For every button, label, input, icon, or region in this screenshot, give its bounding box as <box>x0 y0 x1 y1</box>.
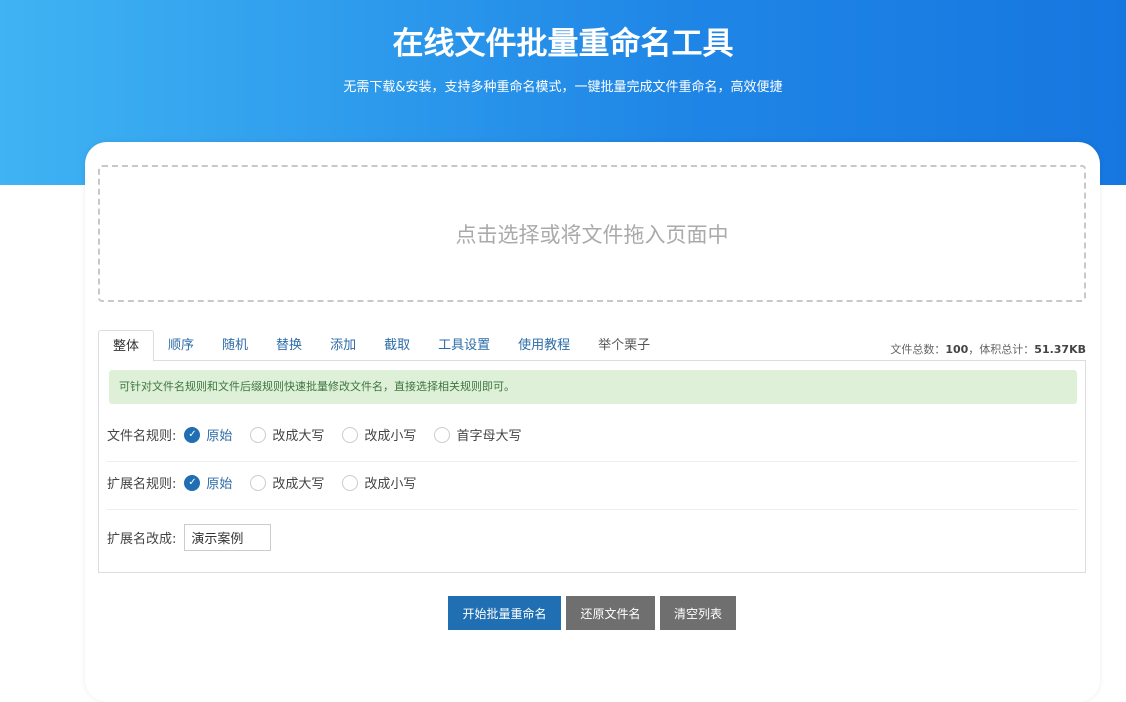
option-label: 改成大写 <box>272 477 325 492</box>
tab-replace[interactable]: 替换 <box>262 330 316 360</box>
dropzone-text: 点击选择或将文件拖入页面中 <box>455 222 729 247</box>
radio-icon <box>250 474 267 491</box>
filename-capitalize-radio[interactable]: 首字母大写 <box>434 425 521 444</box>
check-icon: ✓ <box>184 474 201 491</box>
filename-lower-radio[interactable]: 改成小写 <box>342 425 416 444</box>
filename-original-radio[interactable]: ✓ 原始 <box>184 425 232 444</box>
tab-sequence[interactable]: 顺序 <box>154 330 208 360</box>
ext-original-radio[interactable]: ✓ 原始 <box>184 473 232 492</box>
size-label: 体积总计： <box>979 343 1035 356</box>
ext-rule-row: 扩展名规则: ✓ 原始 改成大写 改成小写 <box>107 470 1077 510</box>
ext-rule-label: 扩展名规则: <box>107 477 177 492</box>
ext-change-row: 扩展名改成: <box>107 522 1077 552</box>
file-dropzone[interactable]: 点击选择或将文件拖入页面中 <box>98 165 1086 302</box>
option-label: 首字母大写 <box>456 429 522 444</box>
tab-settings[interactable]: 工具设置 <box>424 330 504 360</box>
filename-rule-label: 文件名规则: <box>107 429 177 444</box>
radio-icon <box>342 474 359 491</box>
radio-icon <box>342 426 359 443</box>
total-size: 51.37KB <box>1034 343 1086 356</box>
ext-upper-radio[interactable]: 改成大写 <box>250 473 324 492</box>
page-title: 在线文件批量重命名工具 <box>392 26 734 62</box>
check-icon: ✓ <box>184 426 201 443</box>
tab-cut[interactable]: 截取 <box>370 330 424 360</box>
ext-change-input[interactable] <box>184 523 272 551</box>
info-alert: 可针对文件名规则和文件后缀规则快速批量修改文件名，直接选择相关规则即可。 <box>109 370 1077 404</box>
restore-filenames-button[interactable]: 还原文件名 <box>566 596 655 630</box>
overall-panel: 可针对文件名规则和文件后缀规则快速批量修改文件名，直接选择相关规则即可。 文件名… <box>98 360 1086 573</box>
file-stats: 文件总数：100，体积总计：51.37KB <box>890 341 1086 357</box>
count-label: 文件总数： <box>890 343 946 356</box>
tab-random[interactable]: 随机 <box>208 330 262 360</box>
start-rename-button[interactable]: 开始批量重命名 <box>448 596 561 630</box>
tab-tutorial[interactable]: 使用教程 <box>504 330 584 360</box>
option-label: 改成大写 <box>272 429 325 444</box>
filename-upper-radio[interactable]: 改成大写 <box>250 425 324 444</box>
ext-change-label: 扩展名改成: <box>107 531 177 547</box>
option-label: 原始 <box>206 477 233 492</box>
clear-list-button[interactable]: 清空列表 <box>660 596 736 630</box>
stats-separator: ， <box>968 343 980 356</box>
tab-example[interactable]: 举个栗子 <box>584 330 664 360</box>
option-label: 改成小写 <box>364 477 417 492</box>
option-label: 原始 <box>206 429 233 444</box>
radio-icon <box>250 426 267 443</box>
tab-overall[interactable]: 整体 <box>98 330 155 362</box>
tab-add[interactable]: 添加 <box>316 330 370 360</box>
file-count: 100 <box>945 343 969 356</box>
ext-lower-radio[interactable]: 改成小写 <box>342 473 416 492</box>
filename-rule-row: 文件名规则: ✓ 原始 改成大写 改成小写 首字母大写 <box>107 422 1077 462</box>
option-label: 改成小写 <box>364 429 417 444</box>
page-subtitle: 无需下载&安装，支持多种重命名模式，一键批量完成文件重命名，高效便捷 <box>343 80 783 95</box>
radio-icon <box>434 426 451 443</box>
